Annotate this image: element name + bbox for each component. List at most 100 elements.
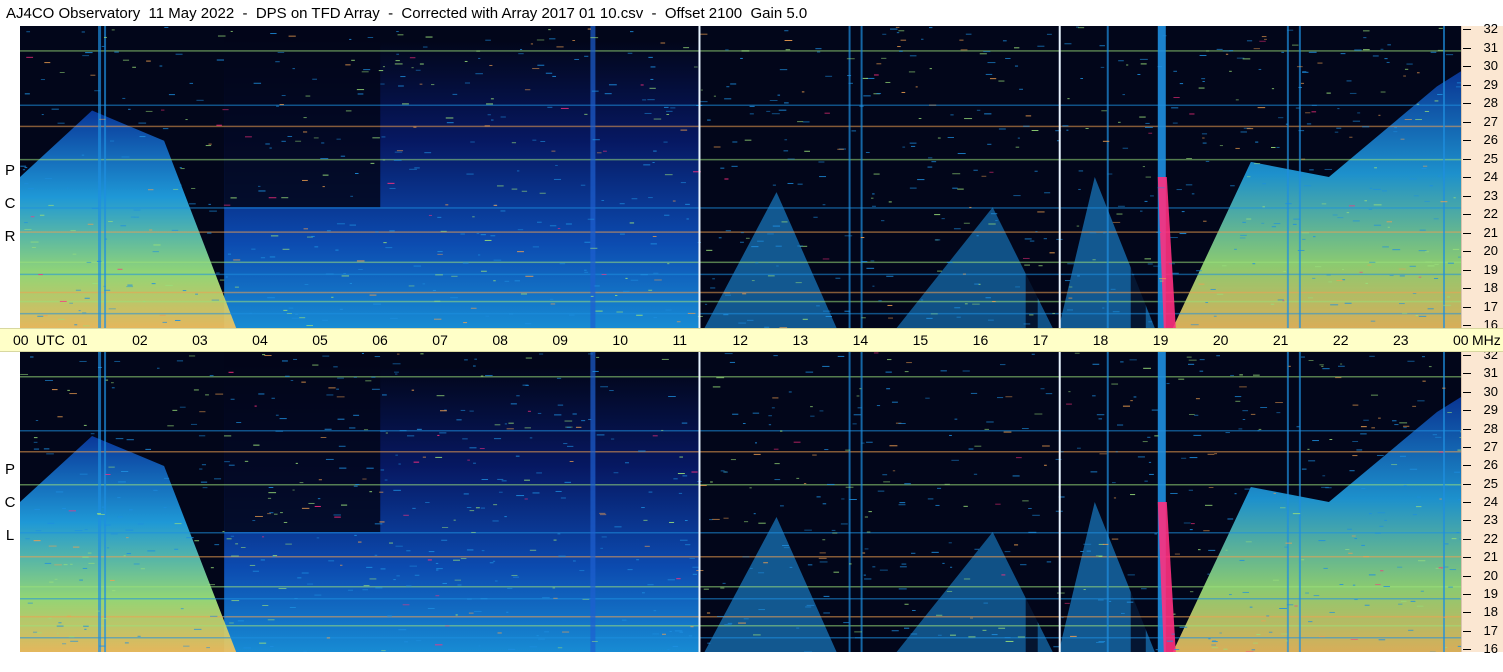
noise-speckle	[1189, 529, 1193, 531]
noise-speckle	[476, 233, 479, 235]
noise-speckle	[434, 300, 441, 302]
noise-speckle	[789, 566, 793, 568]
noise-speckle	[133, 563, 140, 565]
noise-speckle	[881, 220, 885, 222]
noise-speckle	[1133, 396, 1137, 398]
noise-speckle	[554, 414, 562, 416]
freq-tick-label: 27	[1483, 438, 1498, 454]
noise-speckle	[720, 167, 725, 169]
noise-speckle	[856, 395, 860, 397]
noise-speckle	[1154, 435, 1159, 437]
noise-speckle	[1129, 359, 1137, 361]
noise-speckle	[590, 37, 599, 39]
noise-speckle	[754, 442, 758, 444]
noise-speckle	[328, 387, 336, 389]
noise-speckle	[1364, 200, 1367, 202]
noise-speckle	[693, 66, 698, 68]
noise-speckle	[640, 274, 648, 276]
noise-speckle	[723, 292, 731, 294]
noise-speckle	[835, 277, 841, 279]
noise-speckle	[1350, 638, 1358, 640]
noise-speckle	[1132, 274, 1135, 276]
interference-stripe	[1298, 26, 1301, 328]
noise-speckle	[1356, 449, 1363, 451]
noise-speckle	[1083, 589, 1086, 591]
noise-speckle	[143, 300, 146, 302]
noise-speckle	[493, 204, 498, 206]
noise-speckle	[710, 481, 713, 483]
freq-tick-label: 18	[1483, 604, 1498, 620]
noise-speckle	[1294, 605, 1298, 607]
noise-speckle	[527, 410, 531, 412]
noise-speckle	[861, 442, 865, 444]
noise-speckle	[1400, 600, 1407, 602]
noise-speckle	[272, 555, 278, 557]
rcp-spectrogram	[20, 26, 1461, 328]
noise-speckle	[228, 371, 234, 373]
noise-speckle	[381, 394, 387, 396]
noise-speckle	[1090, 471, 1098, 473]
noise-speckle	[1412, 293, 1417, 295]
noise-speckle	[369, 578, 377, 580]
noise-speckle	[601, 200, 605, 202]
noise-speckle	[1242, 591, 1250, 593]
noise-speckle	[345, 110, 352, 112]
noise-speckle	[199, 411, 206, 413]
noise-speckle	[507, 587, 513, 589]
noise-speckle	[987, 319, 994, 321]
noise-speckle	[110, 382, 114, 384]
noise-speckle	[48, 204, 54, 206]
noise-speckle	[979, 53, 987, 55]
noise-speckle	[1230, 185, 1235, 187]
noise-speckle	[946, 590, 953, 592]
noise-speckle	[281, 360, 288, 362]
noise-speckle	[498, 491, 503, 493]
noise-speckle	[1141, 588, 1147, 590]
noise-speckle	[473, 462, 476, 464]
noise-speckle	[235, 543, 239, 545]
noise-speckle	[553, 597, 558, 599]
freq-tick-mark	[1463, 195, 1471, 197]
noise-speckle	[69, 302, 74, 304]
noise-speckle	[949, 434, 952, 436]
noise-speckle	[1285, 542, 1292, 544]
noise-speckle	[138, 122, 147, 124]
rcp-label-column: P C R	[0, 26, 20, 328]
freq-tick-label: 28	[1483, 420, 1498, 436]
noise-speckle	[1120, 361, 1124, 363]
noise-speckle	[1417, 400, 1425, 402]
freq-tick-mark	[1463, 502, 1471, 503]
noise-speckle	[1392, 249, 1401, 251]
noise-speckle	[1019, 88, 1024, 90]
noise-speckle	[168, 94, 175, 96]
noise-speckle	[624, 462, 629, 464]
noise-speckle	[1078, 170, 1084, 172]
noise-speckle	[262, 354, 266, 356]
interference-stripe	[590, 352, 596, 652]
noise-speckle	[804, 150, 810, 152]
noise-speckle	[379, 521, 385, 523]
noise-speckle	[1351, 535, 1356, 537]
noise-speckle	[152, 251, 159, 253]
noise-speckle	[493, 280, 496, 282]
noise-speckle	[1387, 226, 1390, 228]
noise-speckle	[970, 617, 974, 619]
noise-speckle	[1380, 570, 1384, 572]
noise-speckle	[394, 373, 398, 375]
noise-speckle	[900, 39, 907, 41]
noise-speckle	[274, 513, 278, 515]
noise-speckle	[253, 444, 260, 446]
noise-speckle	[504, 516, 507, 518]
noise-speckle	[898, 588, 907, 590]
pol-letter: C	[4, 494, 16, 511]
noise-speckle	[553, 178, 561, 180]
noise-speckle	[230, 535, 235, 537]
noise-speckle	[469, 410, 474, 412]
noise-speckle	[904, 371, 909, 373]
noise-speckle	[245, 136, 252, 138]
noise-speckle	[1253, 374, 1260, 376]
time-tick-label: 00	[13, 332, 29, 348]
noise-speckle	[1447, 412, 1452, 414]
noise-speckle	[422, 283, 426, 285]
noise-speckle	[517, 229, 524, 231]
